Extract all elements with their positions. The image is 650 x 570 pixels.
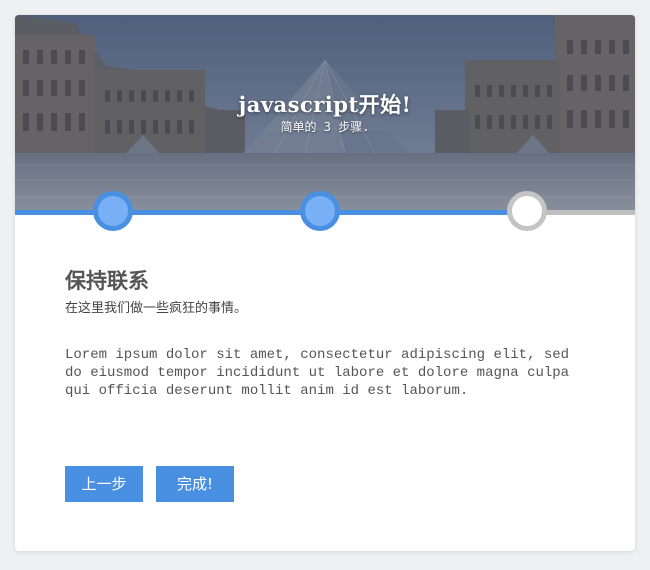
wizard-card: javascript开始! 简单的 3 步骤. 保持联系 在这里我们做一些疯狂的… — [15, 15, 635, 551]
finish-button[interactable]: 完成! — [156, 466, 234, 502]
previous-button[interactable]: 上一步 — [65, 466, 143, 502]
section-subtitle: 在这里我们做一些疯狂的事情。 — [65, 301, 248, 316]
progress-track-remaining — [532, 210, 635, 215]
section-title: 保持联系 — [65, 268, 149, 293]
body-text: Lorem ipsum dolor sit amet, consectetur … — [65, 347, 570, 399]
step-1-indicator[interactable] — [93, 191, 133, 231]
step-3-indicator[interactable] — [507, 191, 547, 231]
hero-banner: javascript开始! 简单的 3 步骤. — [15, 15, 635, 210]
hero-subtitle: 简单的 3 步骤. — [280, 120, 370, 134]
step-2-indicator[interactable] — [300, 191, 340, 231]
hero-title: javascript开始! — [238, 92, 412, 117]
